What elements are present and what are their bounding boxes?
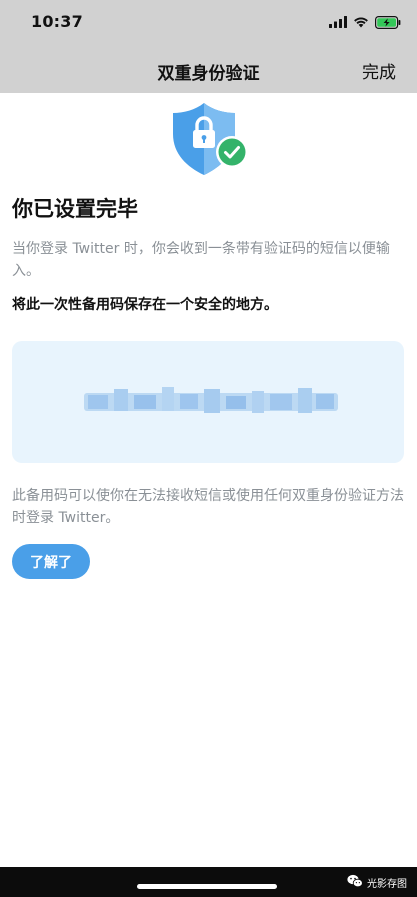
backup-code-box: [12, 341, 404, 463]
watermark: 光影存图: [347, 874, 407, 890]
status-bar: 10:37: [0, 0, 417, 44]
footer-text: 此备用码可以使你在无法接收短信或使用任何双重身份验证方法时登录 Twitter。: [12, 488, 404, 526]
intro-text: 当你登录 Twitter 时，你会收到一条带有验证码的短信以便输入。: [12, 241, 390, 279]
nav-title: 双重身份验证: [157, 64, 260, 84]
nav-bar: 双重身份验证 完成: [0, 44, 417, 93]
shield-lock-check-icon: [165, 101, 253, 177]
screen: 10:37 双重身份验证 完成 你已设置完毕 当你登录 Twitter 时，你会…: [0, 0, 417, 897]
page-title: 你已设置完毕: [12, 197, 138, 221]
wechat-icon: [347, 873, 363, 892]
done-button[interactable]: 完成: [362, 58, 396, 83]
bottom-bar: 光影存图: [0, 867, 417, 897]
backup-code-redacted: [84, 379, 338, 425]
watermark-text: 光影存图: [367, 878, 407, 890]
cellular-signal-icon: [329, 16, 347, 28]
status-icons: [329, 14, 401, 30]
got-it-button[interactable]: 了解了: [12, 544, 90, 579]
instruction-text: 将此一次性备用码保存在一个安全的地方。: [12, 297, 278, 313]
status-time: 10:37: [31, 12, 83, 31]
home-indicator[interactable]: [137, 884, 277, 889]
battery-charging-icon: [375, 15, 401, 29]
main-content: 你已设置完毕 当你登录 Twitter 时，你会收到一条带有验证码的短信以便输入…: [0, 93, 417, 867]
wifi-icon: [353, 16, 369, 28]
